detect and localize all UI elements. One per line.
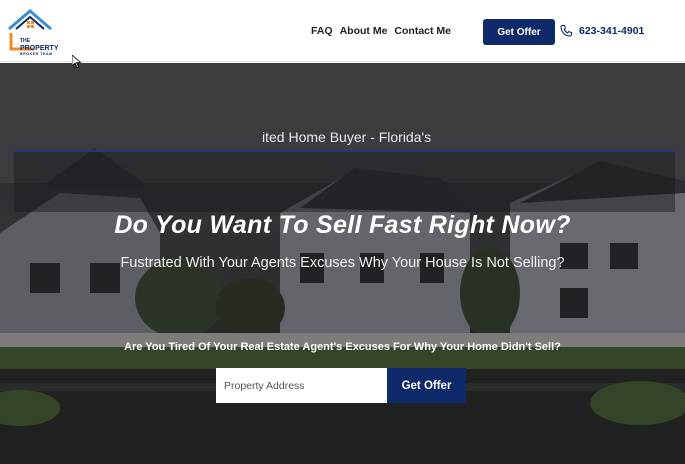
- main-nav: FAQ About Me Contact Me: [311, 25, 451, 37]
- header-get-offer-button[interactable]: Get Offer: [483, 19, 555, 45]
- property-address-input[interactable]: [216, 368, 387, 403]
- logo-line-2: PROPERTY: [20, 44, 59, 52]
- logo-line-3: BROKER TEAM: [20, 51, 53, 56]
- hero-question: Are You Tired Of Your Real Estate Agent'…: [124, 341, 561, 353]
- hero-section: ited Home Buyer - Florida's Do You Want …: [0, 63, 685, 464]
- hero-headline: Do You Want To Sell Fast Right Now?: [114, 211, 571, 239]
- logo-wordmark: THE PROPERTY BROKER TEAM: [20, 38, 72, 57]
- site-header: THE PROPERTY BROKER TEAM FAQ About Me Co…: [0, 0, 685, 62]
- nav-contact-link[interactable]: Contact Me: [394, 25, 451, 37]
- hero-ticker-text: ited Home Buyer - Florida's: [262, 129, 432, 145]
- nav-faq-link[interactable]: FAQ: [311, 25, 333, 37]
- phone-icon: [560, 24, 573, 37]
- ticker-band: [14, 150, 675, 212]
- hero-get-offer-button[interactable]: Get Offer: [387, 368, 466, 403]
- site-logo[interactable]: THE PROPERTY BROKER TEAM: [8, 9, 64, 56]
- phone-link[interactable]: 623-341-4901: [559, 24, 644, 38]
- mouse-cursor-icon: [72, 55, 81, 68]
- hero-subheadline: Fustrated With Your Agents Excuses Why Y…: [120, 255, 565, 271]
- logo-line-1: THE: [20, 38, 30, 44]
- offer-form: Get Offer: [216, 368, 466, 403]
- phone-number: 623-341-4901: [579, 25, 645, 37]
- nav-about-link[interactable]: About Me: [340, 25, 388, 37]
